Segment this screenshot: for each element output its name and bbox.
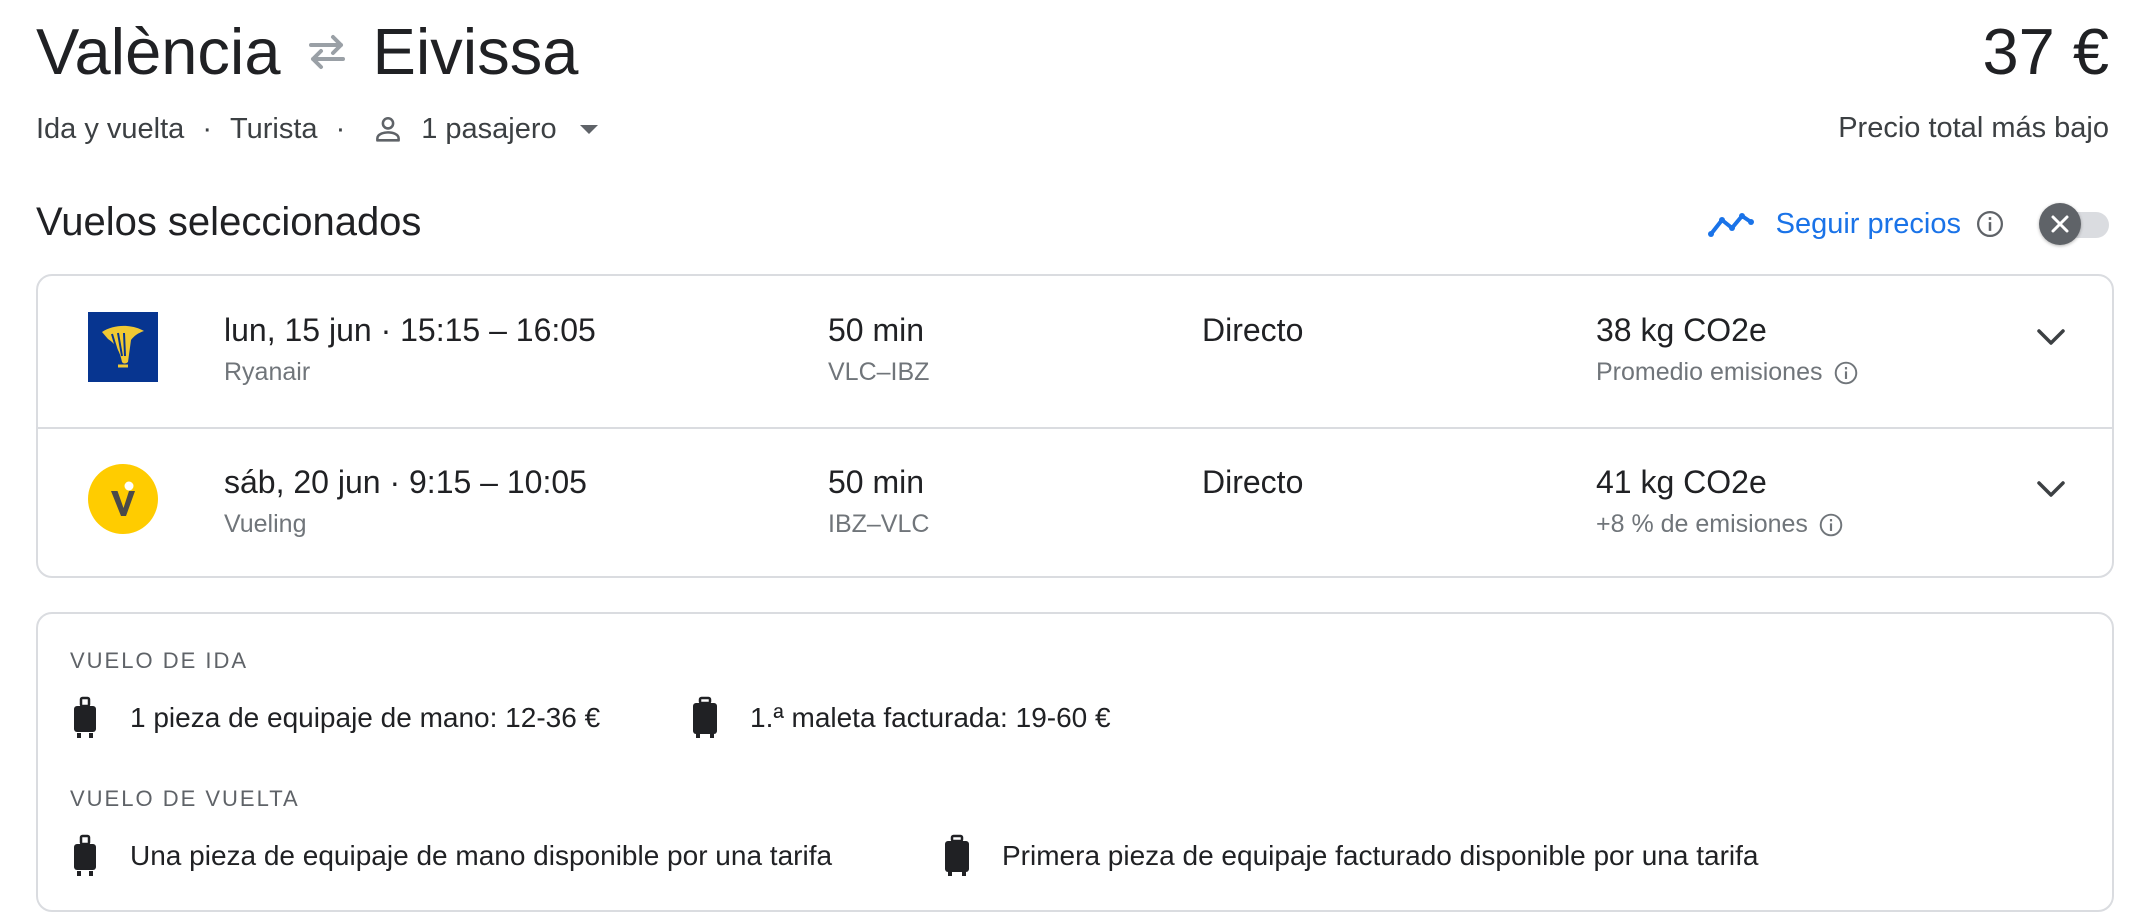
chevron-down-icon[interactable]	[2034, 478, 2068, 500]
return-schedule: sáb, 20 jun · 9:15 – 10:05	[224, 464, 587, 501]
carry-on-bag-icon	[70, 834, 100, 878]
return-checked-bag: Primera pieza de equipaje facturado disp…	[942, 834, 1758, 878]
return-baggage-heading: VUELO DE VUELTA	[70, 786, 300, 811]
return-times: 9:15 – 10:05	[409, 464, 587, 500]
flight-row-outbound[interactable]: lun, 15 jun · 15:15 – 16:05 Ryanair 50 m…	[38, 276, 2112, 429]
selected-flights-card: lun, 15 jun · 15:15 – 16:05 Ryanair 50 m…	[36, 274, 2114, 578]
checked-bag-icon	[690, 696, 720, 740]
cabin-class: Turista	[230, 112, 318, 145]
checked-bag-icon	[942, 834, 972, 878]
return-carry-on-text: Una pieza de equipaje de mano disponible…	[130, 840, 833, 871]
separator-dot: ·	[380, 312, 401, 348]
return-checked-bag-text: Primera pieza de equipaje facturado disp…	[1002, 840, 1759, 871]
trending-line-icon	[1707, 210, 1754, 238]
outbound-duration: 50 min	[828, 312, 925, 348]
passengers-count[interactable]: 1 pasajero	[421, 113, 556, 146]
outbound-checked-bag-text: 1.ª maleta facturada: 19-60 €	[750, 702, 1111, 733]
destination-city: Eivissa	[372, 15, 579, 88]
separator-dot: ·	[389, 464, 409, 500]
outbound-route: VLC–IBZ	[828, 358, 930, 386]
selected-flights-heading: Vuelos seleccionados	[36, 200, 422, 244]
lowest-price: 37 €	[1982, 15, 2109, 88]
return-airline: Vueling	[224, 510, 307, 538]
close-icon[interactable]	[2039, 203, 2081, 245]
info-icon[interactable]	[1818, 512, 1844, 538]
info-icon[interactable]	[1975, 209, 2005, 239]
return-stops: Directo	[1202, 464, 1304, 500]
separator-dot: ·	[335, 112, 346, 145]
outbound-baggage-heading: VUELO DE IDA	[70, 648, 249, 673]
outbound-emissions-note: Promedio emisiones	[1596, 358, 1859, 387]
track-prices-label[interactable]: Seguir precios	[1776, 208, 1961, 241]
person-icon	[371, 112, 405, 146]
outbound-carry-on-text: 1 pieza de equipaje de mano: 12-36 €	[130, 702, 601, 733]
return-route: IBZ–VLC	[828, 510, 930, 538]
ryanair-logo	[88, 312, 158, 382]
track-prices-toggle[interactable]	[2039, 200, 2109, 248]
return-emissions: 41 kg CO2e	[1596, 464, 1767, 500]
info-icon[interactable]	[1833, 360, 1859, 386]
vueling-logo	[88, 464, 158, 534]
outbound-checked-bag: 1.ª maleta facturada: 19-60 €	[690, 696, 1111, 740]
return-emissions-label: +8 % de emisiones	[1596, 510, 1808, 538]
carry-on-bag-icon	[70, 696, 100, 740]
outbound-date: lun, 15 jun	[224, 312, 372, 348]
outbound-carry-on: 1 pieza de equipaje de mano: 12-36 €	[70, 696, 600, 740]
origin-city: València	[36, 15, 281, 88]
caret-down-icon[interactable]	[577, 122, 601, 136]
price-label: Precio total más bajo	[1838, 112, 2109, 144]
outbound-emissions: 38 kg CO2e	[1596, 312, 1767, 348]
outbound-stops: Directo	[1202, 312, 1304, 348]
outbound-emissions-label: Promedio emisiones	[1596, 358, 1823, 386]
swap-arrows-icon	[305, 32, 349, 72]
separator-dot: ·	[202, 112, 212, 145]
trip-type: Ida y vuelta	[36, 112, 185, 145]
outbound-airline: Ryanair	[224, 358, 311, 386]
return-duration: 50 min	[828, 464, 925, 500]
trip-summary: Ida y vuelta · Turista · 1 pasajero	[36, 112, 601, 146]
chevron-down-icon[interactable]	[2034, 326, 2068, 348]
return-carry-on: Una pieza de equipaje de mano disponible…	[70, 834, 832, 878]
outbound-times: 15:15 – 16:05	[400, 312, 596, 348]
return-emissions-note: +8 % de emisiones	[1596, 510, 1844, 539]
flight-row-return[interactable]: sáb, 20 jun · 9:15 – 10:05 Vueling 50 mi…	[38, 428, 2112, 579]
track-prices: Seguir precios	[1707, 200, 2109, 248]
return-date: sáb, 20 jun	[224, 464, 381, 500]
baggage-card: VUELO DE IDA 1 pieza de equipaje de mano…	[36, 612, 2114, 912]
outbound-schedule: lun, 15 jun · 15:15 – 16:05	[224, 312, 596, 349]
route-title: València Eivissa	[36, 14, 578, 89]
